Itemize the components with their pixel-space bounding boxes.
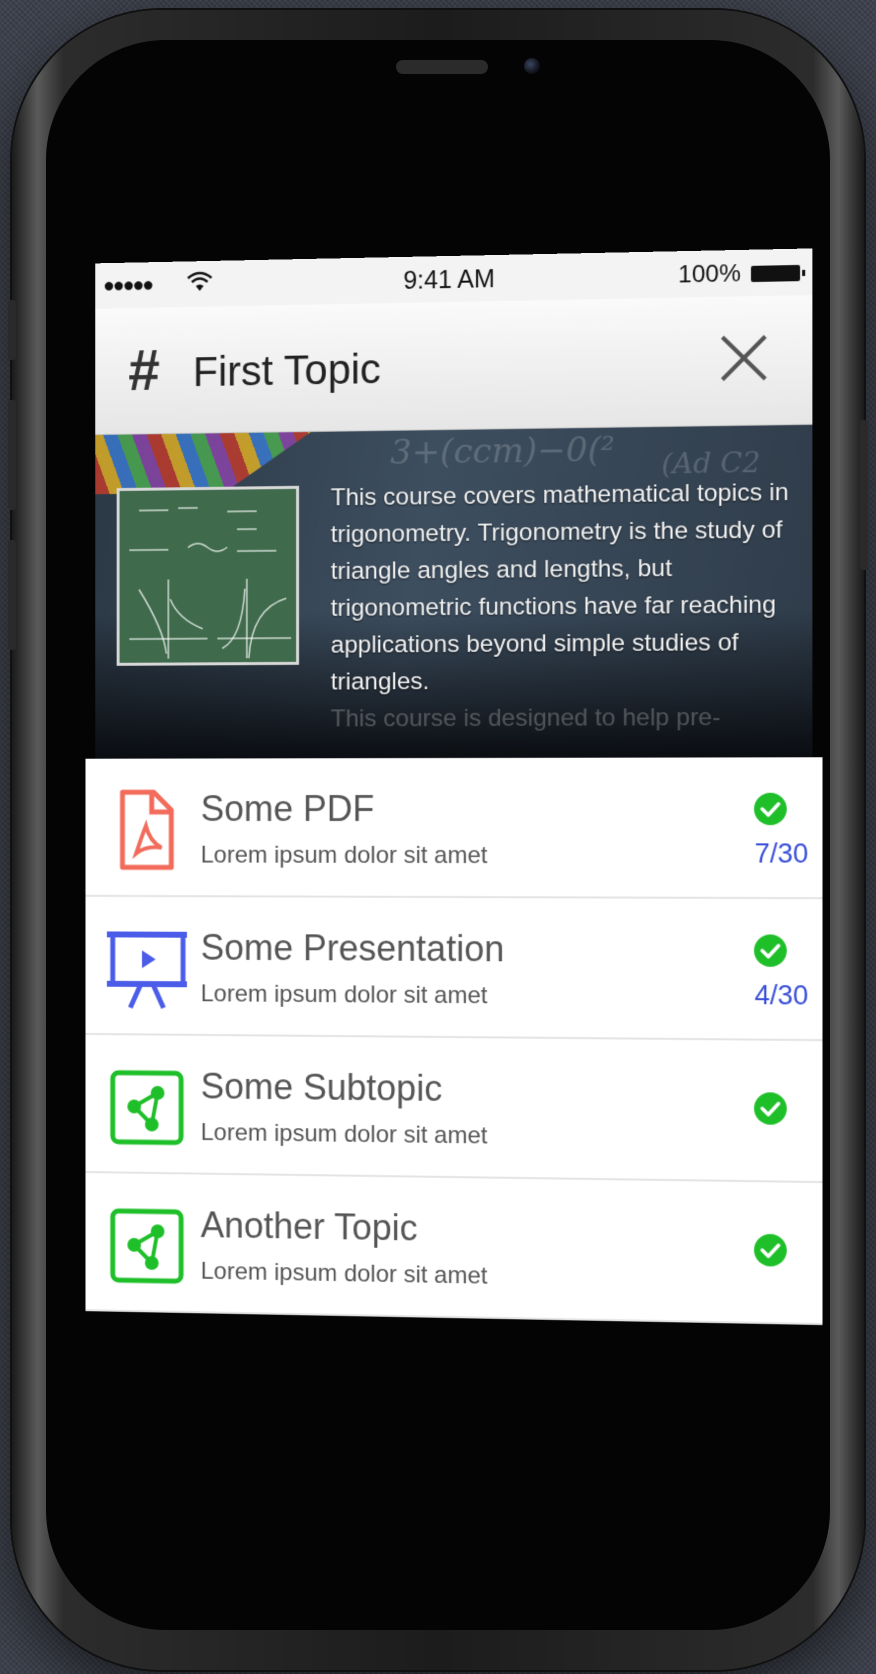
check-circle-icon bbox=[754, 792, 787, 826]
check-circle-icon bbox=[754, 1233, 787, 1267]
front-camera bbox=[524, 58, 540, 74]
course-description-faded: This course is designed to help pre- bbox=[330, 703, 721, 733]
chalk-doodle: 3+(ccm)−0(² bbox=[390, 429, 615, 473]
subtopic-icon bbox=[107, 1203, 187, 1287]
mute-switch bbox=[8, 300, 16, 360]
item-subtitle: Lorem ipsum dolor sit amet bbox=[200, 1257, 488, 1290]
app-screen: ●●●●● 9:41 AM 100% # First Topic 3+(ccm)… bbox=[85, 248, 823, 1376]
close-icon[interactable] bbox=[716, 330, 771, 386]
item-subtitle: Lorem ipsum dolor sit amet bbox=[200, 980, 488, 1010]
course-description: This course covers mathematical topics i… bbox=[330, 478, 789, 696]
presentation-icon bbox=[107, 927, 187, 1011]
list-item-subtopic[interactable]: Some Subtopic Lorem ipsum dolor sit amet bbox=[85, 1034, 823, 1184]
item-title: Another Topic bbox=[200, 1204, 418, 1249]
progress-count: 7/30 bbox=[754, 838, 809, 869]
list-item-another-topic[interactable]: Another Topic Lorem ipsum dolor sit amet bbox=[85, 1173, 823, 1326]
battery-percentage: 100% bbox=[678, 260, 741, 289]
progress-count: 4/30 bbox=[754, 979, 809, 1011]
navigation-bar: # First Topic bbox=[95, 295, 813, 436]
check-circle-icon bbox=[754, 934, 787, 967]
pdf-icon bbox=[107, 788, 187, 871]
pencils-background bbox=[95, 432, 311, 494]
item-subtitle: Lorem ipsum dolor sit amet bbox=[200, 841, 488, 870]
check-circle-icon bbox=[754, 1092, 787, 1125]
list-item-presentation[interactable]: Some Presentation Lorem ipsum dolor sit … bbox=[85, 896, 823, 1042]
course-hero: 3+(ccm)−0(² (Ad C2 This course covers ma… bbox=[95, 424, 813, 759]
page-title: First Topic bbox=[192, 345, 381, 396]
course-thumbnail bbox=[116, 485, 300, 666]
battery-icon bbox=[750, 264, 801, 283]
subtopic-icon bbox=[107, 1065, 187, 1149]
volume-down-button bbox=[8, 540, 16, 650]
content-list: Some PDF Lorem ipsum dolor sit amet 7/30… bbox=[85, 757, 823, 1326]
list-item-pdf[interactable]: Some PDF Lorem ipsum dolor sit amet 7/30 bbox=[85, 757, 823, 900]
hashtag-icon: # bbox=[128, 338, 160, 403]
volume-up-button bbox=[8, 400, 16, 510]
item-title: Some Presentation bbox=[200, 926, 505, 970]
item-subtitle: Lorem ipsum dolor sit amet bbox=[200, 1119, 488, 1150]
power-button bbox=[860, 420, 868, 570]
item-title: Some Subtopic bbox=[200, 1065, 443, 1109]
item-title: Some PDF bbox=[200, 788, 375, 829]
earpiece-speaker bbox=[396, 60, 488, 74]
